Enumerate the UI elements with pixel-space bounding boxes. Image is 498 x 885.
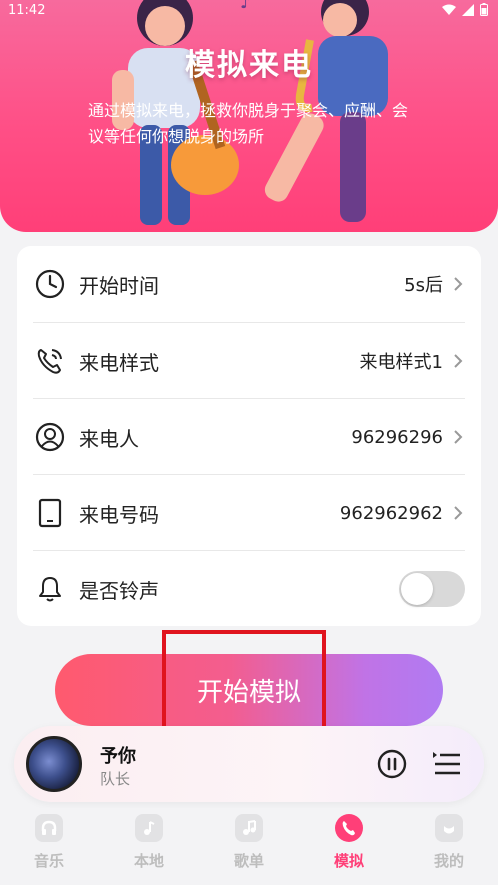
tab-label: 本地 xyxy=(133,852,164,870)
bell-icon xyxy=(33,572,67,606)
tab-simulate[interactable]: 模拟 xyxy=(314,814,384,878)
signal-icon xyxy=(462,3,474,16)
tab-mine[interactable]: 我的 xyxy=(414,814,484,878)
settings-card: 开始时间 5s后 来电样式 来电样式1 来电人 96296296 来电号码 96… xyxy=(17,246,481,626)
music-note-icon xyxy=(135,814,163,842)
pause-icon[interactable] xyxy=(376,748,408,780)
toggle-knob xyxy=(401,573,433,605)
bottom-tab-bar: 音乐 本地 歌单 模拟 我的 xyxy=(0,808,498,885)
banner-title: 模拟来电 xyxy=(185,48,313,83)
tablet-icon xyxy=(33,496,67,530)
banner-description: 通过模拟来电，拯救你脱身于聚会、应酬、会议等任何你想脱身的场所 xyxy=(88,101,409,146)
phone-call-icon xyxy=(33,344,67,378)
setting-label: 来电号码 xyxy=(79,502,159,527)
playlist-menu-icon[interactable] xyxy=(432,748,462,780)
status-time: 11:42 xyxy=(8,3,46,18)
tab-label: 我的 xyxy=(433,852,464,870)
mini-player[interactable]: 予你 队长 xyxy=(14,726,484,802)
setting-label: 来电人 xyxy=(79,426,139,451)
setting-value: 来电样式1 xyxy=(359,352,443,373)
wifi-icon xyxy=(442,4,456,15)
tab-label: 模拟 xyxy=(333,852,364,870)
setting-value: 5s后 xyxy=(404,275,443,296)
status-bar: 11:42 xyxy=(0,0,498,22)
setting-start-time[interactable]: 开始时间 5s后 xyxy=(33,246,465,322)
profile-icon xyxy=(435,814,463,842)
ringtone-toggle[interactable] xyxy=(399,571,465,607)
playlist-icon xyxy=(235,814,263,842)
setting-ringtone: 是否铃声 xyxy=(33,551,465,627)
chevron-right-icon xyxy=(454,277,463,291)
headphones-icon xyxy=(35,814,63,842)
tab-label: 音乐 xyxy=(33,852,64,870)
battery-icon xyxy=(480,3,488,16)
chevron-right-icon xyxy=(454,506,463,520)
setting-label: 开始时间 xyxy=(79,273,159,298)
tab-music[interactable]: 音乐 xyxy=(14,814,84,878)
setting-label: 来电样式 xyxy=(79,350,159,375)
tab-label: 歌单 xyxy=(233,852,264,870)
album-art[interactable] xyxy=(26,736,82,792)
setting-value: 962962962 xyxy=(339,502,443,524)
highlight-box xyxy=(162,630,326,734)
setting-caller[interactable]: 来电人 96296296 xyxy=(33,399,465,475)
status-icons xyxy=(442,3,488,16)
tab-playlist[interactable]: 歌单 xyxy=(214,814,284,878)
song-artist: 队长 xyxy=(100,770,131,788)
chevron-right-icon xyxy=(454,430,463,444)
person-icon xyxy=(33,420,67,454)
banner: ♪ 模拟来电 通过模拟来电，拯救你脱身于聚会、应酬、会议等任何你想脱身的场所 xyxy=(0,0,498,232)
song-title: 予你 xyxy=(100,746,136,767)
setting-label: 是否铃声 xyxy=(79,578,159,603)
clock-icon xyxy=(33,267,67,301)
setting-value: 96296296 xyxy=(351,426,443,448)
setting-caller-number[interactable]: 来电号码 962962962 xyxy=(33,475,465,551)
setting-call-style[interactable]: 来电样式 来电样式1 xyxy=(33,323,465,399)
tab-local[interactable]: 本地 xyxy=(114,814,184,878)
chevron-right-icon xyxy=(454,354,463,368)
phone-icon xyxy=(335,814,363,842)
